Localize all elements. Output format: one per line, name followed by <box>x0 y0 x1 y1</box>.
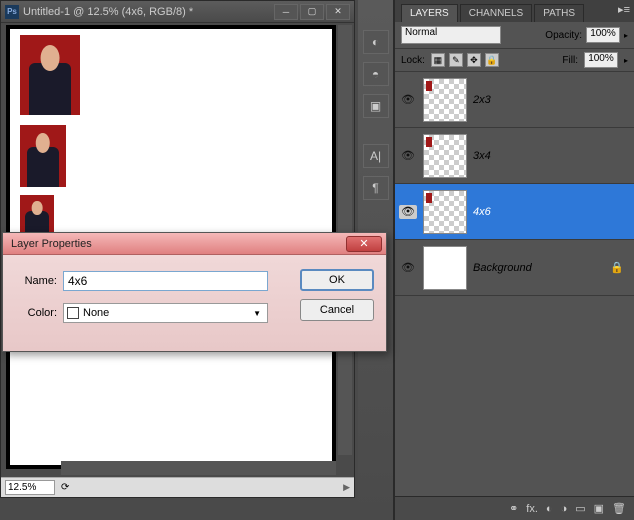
photo-large <box>20 35 80 115</box>
lock-icon: 🔒 <box>610 261 624 274</box>
photoshop-icon: Ps <box>5 5 19 19</box>
history-icon[interactable]: ◐ <box>363 30 389 54</box>
color-swatch-icon <box>67 307 79 319</box>
layer-group-icon[interactable]: ▭ <box>575 502 585 515</box>
fill-arrow-icon[interactable]: ▸ <box>624 56 628 65</box>
color-label: Color: <box>15 307 63 319</box>
new-layer-icon[interactable]: ▣ <box>594 502 604 515</box>
layer-name: 3x4 <box>473 150 491 162</box>
fill-label: Fill: <box>562 55 578 66</box>
layer-name: 4x6 <box>473 206 491 218</box>
adjustments-icon[interactable]: ▣ <box>363 94 389 118</box>
layer-name: 2x3 <box>473 94 491 106</box>
cancel-button[interactable]: Cancel <box>300 299 374 321</box>
layer-thumbnail[interactable] <box>423 246 467 290</box>
opacity-arrow-icon[interactable]: ▸ <box>624 31 628 40</box>
visibility-toggle-icon[interactable]: 👁 <box>399 93 417 107</box>
visibility-toggle-icon[interactable]: 👁 <box>399 149 417 163</box>
tab-paths[interactable]: PATHS <box>534 4 584 22</box>
status-nav-icon[interactable]: ⟳ <box>61 482 69 493</box>
layer-properties-dialog: Layer Properties ✕ Name: Color: None ▼ O… <box>2 232 387 352</box>
layer-thumbnail[interactable] <box>423 190 467 234</box>
name-input[interactable] <box>63 271 268 291</box>
name-label: Name: <box>15 275 63 287</box>
visibility-toggle-icon[interactable]: 👁 <box>399 205 417 219</box>
layer-row[interactable]: 👁 Background 🔒 <box>395 240 634 296</box>
dialog-close-button[interactable]: ✕ <box>346 236 382 252</box>
lock-fill-row: Lock: ▦ ✎ ✥ 🔒 Fill: 100% ▸ <box>395 49 634 72</box>
layer-row[interactable]: 👁 4x6 <box>395 184 634 240</box>
blend-mode-select[interactable]: Normal <box>401 26 501 44</box>
actions-icon[interactable]: ◓ <box>363 62 389 86</box>
panel-tabs: LAYERS CHANNELS PATHS ▸≡ <box>395 0 634 22</box>
layer-row[interactable]: 👁 3x4 <box>395 128 634 184</box>
minimize-button[interactable]: ─ <box>274 4 298 20</box>
layers-panel: LAYERS CHANNELS PATHS ▸≡ Normal Opacity:… <box>394 0 634 520</box>
lock-pixels-icon[interactable]: ✎ <box>449 53 463 67</box>
delete-layer-icon[interactable]: 🗑 <box>612 502 626 515</box>
layers-panel-footer: ⚭ fx. ◐ ◑ ▭ ▣ 🗑 <box>395 496 634 520</box>
layer-style-icon[interactable]: fx. <box>526 503 538 515</box>
right-dock: ◐ ◓ ▣ A| ¶ LAYERS CHANNELS PATHS ▸≡ Norm… <box>358 0 634 520</box>
maximize-button[interactable]: ▢ <box>300 4 324 20</box>
photo-medium <box>20 125 66 187</box>
status-bar: 12.5% ⟳ ▶ <box>1 477 354 497</box>
lock-position-icon[interactable]: ✥ <box>467 53 481 67</box>
lock-all-icon[interactable]: 🔒 <box>485 53 499 67</box>
opacity-input[interactable]: 100% <box>586 27 620 43</box>
layer-thumbnail[interactable] <box>423 134 467 178</box>
visibility-toggle-icon[interactable]: 👁 <box>399 261 417 275</box>
blend-opacity-row: Normal Opacity: 100% ▸ <box>395 22 634 49</box>
horizontal-scrollbar[interactable] <box>61 461 336 475</box>
fill-input[interactable]: 100% <box>584 52 618 68</box>
lock-label: Lock: <box>401 55 425 66</box>
link-layers-icon[interactable]: ⚭ <box>509 502 518 515</box>
panel-menu-icon[interactable]: ▸≡ <box>618 3 630 16</box>
opacity-label: Opacity: <box>545 30 582 41</box>
layer-mask-icon[interactable]: ◐ <box>546 503 553 515</box>
character-icon[interactable]: A| <box>363 144 389 168</box>
document-title: Untitled-1 @ 12.5% (4x6, RGB/8) * <box>23 6 272 18</box>
zoom-input[interactable]: 12.5% <box>5 480 55 495</box>
dialog-title: Layer Properties <box>11 238 346 250</box>
blend-mode-value: Normal <box>405 27 437 38</box>
layer-thumbnail[interactable] <box>423 78 467 122</box>
chevron-down-icon: ▼ <box>253 309 261 318</box>
layer-name: Background <box>473 262 532 274</box>
status-arrow-icon[interactable]: ▶ <box>343 482 350 493</box>
lock-transparency-icon[interactable]: ▦ <box>431 53 445 67</box>
dialog-titlebar[interactable]: Layer Properties ✕ <box>3 233 386 255</box>
color-select[interactable]: None ▼ <box>63 303 268 323</box>
adjustment-layer-icon[interactable]: ◑ <box>561 503 568 515</box>
document-titlebar[interactable]: Ps Untitled-1 @ 12.5% (4x6, RGB/8) * ─ ▢… <box>1 1 354 23</box>
close-window-button[interactable]: ✕ <box>326 4 350 20</box>
layer-list: 👁 2x3 👁 3x4 👁 4x6 👁 Background 🔒 <box>395 72 634 496</box>
ok-button[interactable]: OK <box>300 269 374 291</box>
tab-layers[interactable]: LAYERS <box>401 4 458 22</box>
tab-channels[interactable]: CHANNELS <box>460 4 532 22</box>
layer-row[interactable]: 👁 2x3 <box>395 72 634 128</box>
paragraph-icon[interactable]: ¶ <box>363 176 389 200</box>
color-value: None <box>83 307 109 319</box>
